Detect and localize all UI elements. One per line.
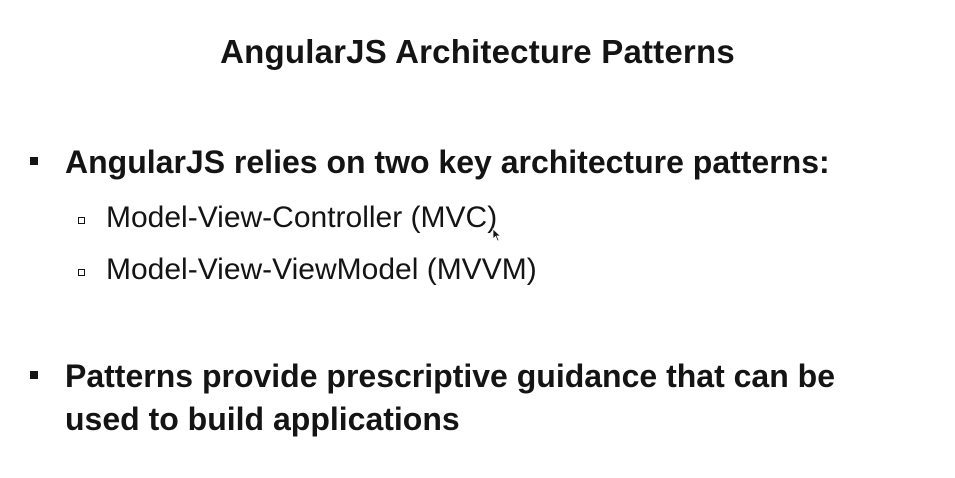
slide-title: AngularJS Architecture Patterns	[220, 33, 735, 70]
bullet-item: AngularJS relies on two key architecture…	[30, 141, 830, 184]
bullet-text-line: Patterns provide prescriptive guidance t…	[65, 358, 835, 394]
sub-bullet-item: Model-View-Controller (MVC)	[78, 198, 497, 238]
bullet-text-line: used to build applications	[65, 401, 460, 437]
bullet-item: Patterns provide prescriptive guidance t…	[30, 355, 835, 441]
hollow-square-bullet-icon	[78, 269, 85, 276]
sub-bullet-item: Model-View-ViewModel (MVVM)	[78, 250, 537, 290]
mouse-pointer-icon	[492, 228, 502, 242]
sub-bullet-text: Model-View-Controller (MVC)	[106, 201, 498, 234]
hollow-square-bullet-icon	[78, 217, 85, 224]
bullet-text: AngularJS relies on two key architecture…	[65, 144, 830, 180]
bullet-text: Patterns provide prescriptive guidance t…	[65, 355, 835, 441]
filled-square-bullet-icon	[30, 371, 38, 379]
slide: AngularJS Architecture Patterns AngularJ…	[0, 0, 955, 478]
sub-bullet-text: Model-View-ViewModel (MVVM)	[106, 253, 537, 286]
filled-square-bullet-icon	[30, 157, 38, 165]
